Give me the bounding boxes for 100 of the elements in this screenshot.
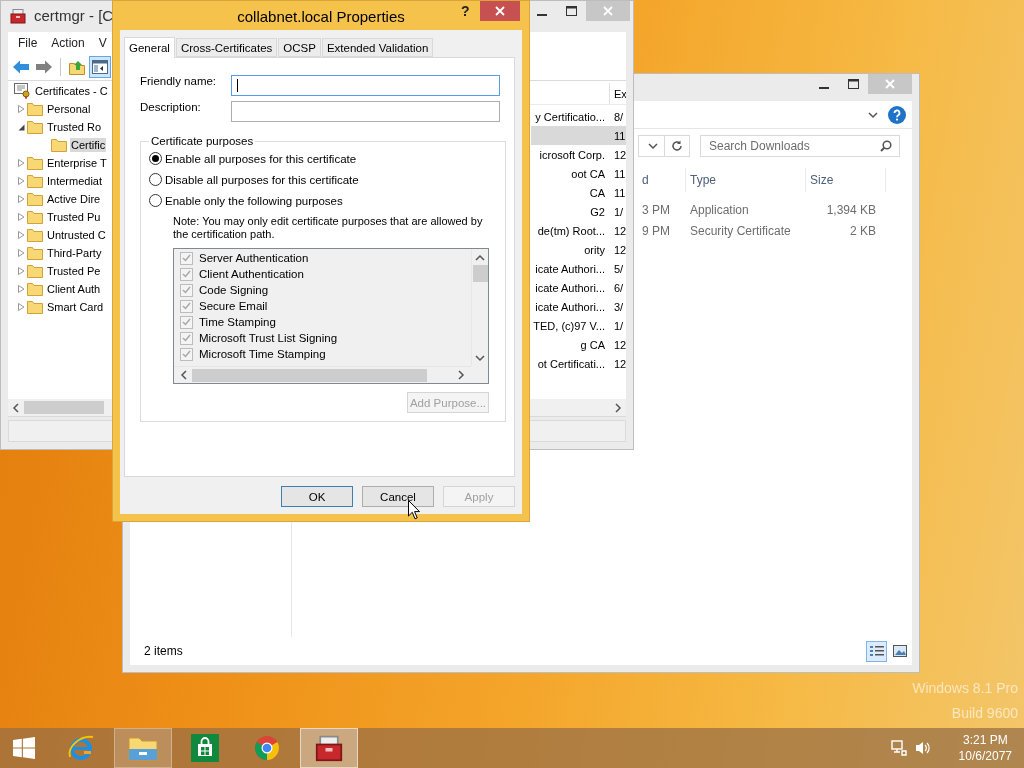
windows-logo-icon bbox=[13, 737, 35, 759]
table-cell: 12 bbox=[614, 224, 626, 237]
tree-toggle-button[interactable] bbox=[89, 56, 111, 78]
field-label: Description: bbox=[140, 101, 202, 113]
radio-label[interactable]: Disable all purposes for this certificate bbox=[165, 173, 359, 186]
table-cell: 12 bbox=[614, 148, 626, 161]
search-icon[interactable] bbox=[880, 140, 892, 152]
help-button[interactable]: ? bbox=[459, 3, 472, 19]
table-cell-text: 3 PM bbox=[641, 202, 671, 217]
tab[interactable]: Extended Validation bbox=[321, 38, 434, 57]
table-cell: 12 bbox=[614, 338, 626, 351]
tab[interactable]: General bbox=[124, 37, 175, 58]
tree-item[interactable]: Client Auth bbox=[46, 282, 102, 296]
menu-item[interactable]: File bbox=[11, 36, 45, 50]
list-row[interactable]: ority 12 bbox=[531, 240, 626, 259]
list-row[interactable]: g CA 12 bbox=[531, 335, 626, 354]
column-header[interactable]: Size bbox=[806, 168, 886, 192]
list-row[interactable]: icate Authori... 6/ bbox=[531, 278, 626, 297]
search-field[interactable]: Search Downloads bbox=[700, 135, 900, 157]
dialog-button[interactable]: OK bbox=[281, 486, 353, 507]
input-field[interactable] bbox=[231, 101, 500, 122]
chevron-down-icon[interactable] bbox=[868, 110, 878, 119]
column-header[interactable]: Ex bbox=[609, 83, 626, 104]
chevron-left-icon[interactable] bbox=[12, 402, 20, 413]
dialog-button[interactable]: Cancel bbox=[362, 486, 434, 507]
view-button[interactable] bbox=[866, 640, 887, 662]
close-icon bbox=[494, 6, 505, 16]
network-icon[interactable] bbox=[890, 740, 907, 756]
field-label: Friendly name: bbox=[140, 75, 218, 87]
table-cell: 5/ bbox=[614, 262, 624, 275]
list-row[interactable]: G2 1/ bbox=[531, 202, 626, 221]
watermark-text: Build 9600 bbox=[951, 704, 1018, 723]
close-icon bbox=[885, 79, 895, 89]
tree-item[interactable]: Smart Card bbox=[46, 300, 105, 314]
table-cell: 1/ bbox=[614, 205, 624, 218]
table-cell: y Certificatio... bbox=[535, 110, 605, 123]
table-cell: icate Authori... bbox=[535, 300, 605, 313]
radio-button[interactable] bbox=[149, 173, 162, 186]
table-cell: oot CA bbox=[571, 167, 605, 180]
menu-item[interactable]: Action bbox=[44, 36, 92, 50]
list-row[interactable]: y Certificatio... 8/ bbox=[531, 107, 626, 126]
table-cell: icate Authori... bbox=[535, 281, 605, 294]
refresh-button[interactable] bbox=[664, 135, 690, 157]
details-view-icon bbox=[869, 645, 884, 657]
window-title: certmgr - [C bbox=[34, 7, 114, 24]
shopping-bag-icon bbox=[191, 734, 219, 762]
minimize-icon bbox=[537, 13, 547, 16]
tree-item[interactable]: Certificates - C bbox=[34, 84, 109, 98]
close-button[interactable] bbox=[479, 1, 520, 21]
list-row[interactable]: CA 11 bbox=[531, 183, 626, 202]
list-row[interactable]: icate Authori... 3/ bbox=[531, 297, 626, 316]
list-row[interactable]: de(tm) Root... 12 bbox=[531, 221, 626, 240]
tab[interactable]: Cross-Certificates bbox=[175, 38, 278, 57]
tree-item[interactable]: Trusted Ro bbox=[46, 120, 102, 134]
radio-button[interactable] bbox=[149, 194, 162, 207]
maximize-icon bbox=[565, 6, 577, 16]
menu-item[interactable]: V bbox=[91, 36, 114, 50]
triangle-icon[interactable] bbox=[17, 123, 25, 131]
table-cell: icrosoft Corp. bbox=[539, 148, 605, 161]
mouse-pointer-icon bbox=[408, 500, 420, 520]
scrollbar-thumb[interactable] bbox=[24, 401, 104, 414]
column-header[interactable]: d bbox=[638, 168, 686, 192]
tree-item[interactable]: Trusted Pu bbox=[46, 210, 102, 224]
table-cell: 12 bbox=[614, 243, 626, 256]
tree-item[interactable]: Untrusted C bbox=[46, 228, 107, 242]
table-cell: CA bbox=[589, 186, 605, 199]
radio-label[interactable]: Enable all purposes for this certificate bbox=[165, 152, 357, 165]
radio-button[interactable] bbox=[149, 152, 162, 165]
tree-item[interactable]: Active Dire bbox=[46, 192, 102, 206]
tab[interactable]: OCSP bbox=[278, 38, 321, 57]
column-header[interactable]: Type bbox=[686, 168, 806, 192]
list-row[interactable]: icate Authori... 5/ bbox=[531, 259, 626, 278]
tree-item[interactable]: Certific bbox=[70, 138, 107, 152]
volume-icon[interactable] bbox=[914, 740, 931, 756]
tree-item[interactable]: Intermediat bbox=[46, 174, 104, 188]
table-cell: g CA bbox=[580, 338, 605, 351]
tree-item[interactable]: Third-Party bbox=[46, 246, 103, 260]
taskbar-button[interactable] bbox=[300, 728, 358, 768]
chevron-down-icon[interactable] bbox=[648, 142, 658, 150]
tree-item[interactable]: Trusted Pe bbox=[46, 264, 102, 278]
input-field[interactable] bbox=[231, 75, 500, 96]
list-row[interactable]: icrosoft Corp. 12 bbox=[531, 145, 626, 164]
table-cell: ority bbox=[584, 243, 605, 256]
list-row[interactable]: ot Certificati... 12 bbox=[531, 354, 626, 373]
table-cell-text: Security Certificate bbox=[689, 223, 792, 238]
chevron-right-icon[interactable] bbox=[614, 402, 622, 413]
list-row[interactable]: 11 bbox=[531, 126, 626, 145]
tree-item[interactable]: Enterprise T bbox=[46, 156, 108, 170]
round-logo-icon bbox=[253, 734, 281, 762]
table-cell: 1/ bbox=[614, 319, 624, 332]
list-row[interactable]: TED, (c)97 V... 1/ bbox=[531, 316, 626, 335]
clock-date: 10/6/2077 bbox=[958, 748, 1012, 764]
list-row[interactable]: oot CA 11 bbox=[531, 164, 626, 183]
table-cell: 8/ bbox=[614, 110, 624, 123]
folder-icon bbox=[27, 282, 43, 296]
help-icon[interactable] bbox=[888, 105, 906, 124]
table-cell: 11 bbox=[614, 129, 626, 142]
left-arrow-icon bbox=[13, 60, 29, 74]
tree-item[interactable]: Personal bbox=[46, 102, 92, 116]
radio-label[interactable]: Enable only the following purposes bbox=[165, 194, 343, 207]
